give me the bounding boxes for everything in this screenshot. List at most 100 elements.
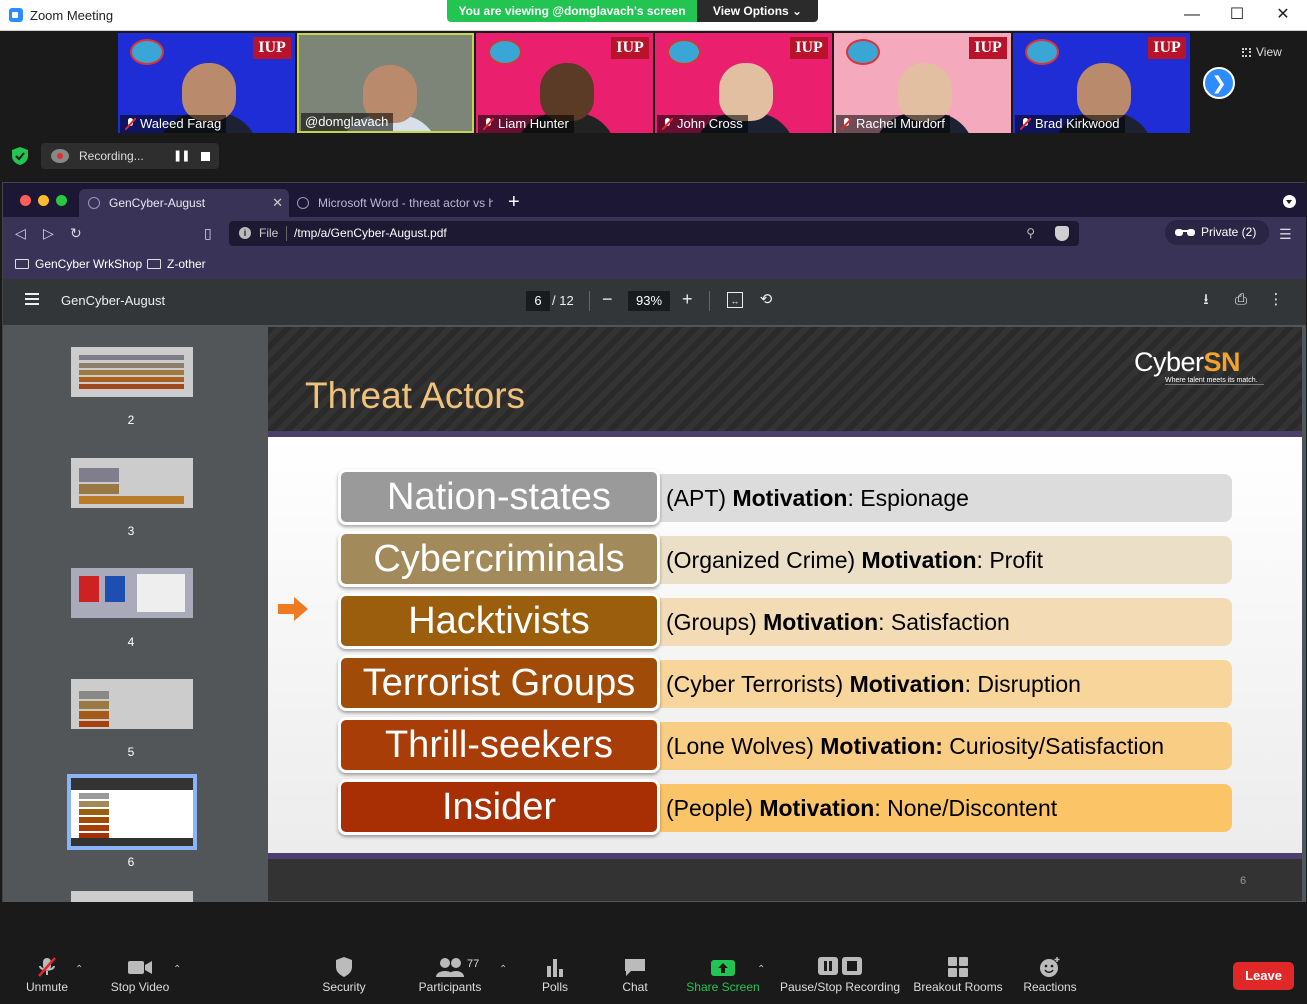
print-icon[interactable]: ⎙ xyxy=(1233,292,1249,308)
motivation-keyword: Motivation xyxy=(732,485,848,511)
tab-gencyber-august[interactable]: GenCyber-August ✕ xyxy=(79,189,289,217)
globe-icon xyxy=(88,197,100,209)
minimize-window-dot[interactable] xyxy=(38,195,49,206)
slide-page-number: 6 xyxy=(1240,875,1247,887)
muted-mic-icon xyxy=(483,118,494,130)
stop-video-button[interactable]: Stop Video xyxy=(104,954,176,1002)
gencyber-logo-icon xyxy=(846,39,880,65)
participant-tile[interactable]: IUP Rachel Murdorf xyxy=(834,33,1011,133)
zoom-level-input[interactable]: 93% xyxy=(628,291,670,311)
bookmark-gencyber-wrkshop[interactable]: GenCyber WrkShop xyxy=(15,257,142,271)
download-icon[interactable]: ⭳ xyxy=(1198,292,1214,308)
participants-icon xyxy=(436,958,464,977)
bookmark-icon[interactable]: ▯ xyxy=(204,225,212,242)
tab-microsoft-word[interactable]: Microsoft Word - threat actor vs hac xyxy=(288,189,493,217)
participant-tile[interactable]: IUP John Cross xyxy=(655,33,832,133)
address-bar[interactable]: i File /tmp/a/GenCyber-August.pdf ⚲ xyxy=(229,221,1079,246)
reactions-button[interactable]: Reactions xyxy=(1020,954,1080,1002)
stop-recording-icon[interactable] xyxy=(201,152,210,161)
thumbnail-page-3[interactable] xyxy=(71,458,193,508)
reactions-label: Reactions xyxy=(1023,980,1077,994)
threat-actor-description: (APT) Motivation: Espionage xyxy=(660,474,1232,522)
threat-actor-label: Insider xyxy=(338,779,660,835)
brand-prefix: Cyber xyxy=(1134,347,1204,377)
security-button[interactable]: Security xyxy=(314,954,374,1002)
participant-name: Rachel Murdorf xyxy=(836,115,950,133)
participant-tile[interactable]: IUP Waleed Farag xyxy=(118,33,295,133)
close-icon[interactable]: ✕ xyxy=(1263,4,1303,26)
private-window-button[interactable]: Private (2) xyxy=(1165,220,1269,245)
polls-bar-chart-icon xyxy=(547,959,563,977)
url-divider xyxy=(286,226,287,241)
info-icon[interactable]: i xyxy=(239,227,251,239)
participant-avatar xyxy=(898,63,952,121)
zoom-in-button[interactable]: + xyxy=(682,289,693,310)
video-options-caret-icon[interactable]: ⌃ xyxy=(173,964,181,975)
share-options-caret-icon[interactable]: ⌃ xyxy=(757,964,765,975)
next-page-arrow-icon[interactable]: ❯ xyxy=(1203,67,1235,99)
thumbnail-page-2[interactable] xyxy=(71,347,193,397)
threat-actor-row: (Cyber Terrorists) Motivation: Disruptio… xyxy=(338,655,1232,711)
participant-avatar xyxy=(1077,63,1131,121)
participant-tile[interactable]: IUP Brad Kirkwood xyxy=(1013,33,1190,133)
polls-button[interactable]: Polls xyxy=(530,954,580,1002)
chat-button[interactable]: Chat xyxy=(610,954,660,1002)
thumbnail-page-6[interactable] xyxy=(67,774,197,850)
iup-logo: IUP xyxy=(253,37,291,59)
pdf-viewer[interactable]: Threat Actors CyberSN Where talent meets… xyxy=(265,325,1306,903)
share-screen-button[interactable]: Share Screen xyxy=(686,954,760,1002)
threat-actor-label: Terrorist Groups xyxy=(338,655,660,711)
private-glasses-icon xyxy=(1175,229,1195,236)
threat-actor-label: Hacktivists xyxy=(338,593,660,649)
sidebar-menu-icon[interactable] xyxy=(25,293,39,305)
browser-menu-icon[interactable]: ☰ xyxy=(1279,226,1292,243)
zoom-out-icon[interactable]: ⚲ xyxy=(1026,221,1035,246)
back-icon[interactable]: ◁ xyxy=(15,225,26,242)
slide-header: Threat Actors CyberSN Where talent meets… xyxy=(268,327,1302,431)
reload-icon[interactable]: ↻ xyxy=(70,225,82,242)
thumbnail-page-4[interactable] xyxy=(71,568,193,618)
brave-shield-icon[interactable] xyxy=(1055,226,1069,241)
threat-actor-row: (People) Motivation: None/Discontent Insi… xyxy=(338,779,1232,835)
view-options-button[interactable]: View Options ⌄ xyxy=(697,0,818,22)
muted-mic-icon xyxy=(38,957,56,977)
close-window-dot[interactable] xyxy=(20,195,31,206)
minimize-icon[interactable]: — xyxy=(1172,4,1212,26)
motivation-value: : None/Discontent xyxy=(874,795,1058,821)
view-label: View xyxy=(1256,45,1282,59)
bookmark-label: Z-other xyxy=(167,257,206,271)
breakout-rooms-button[interactable]: Breakout Rooms xyxy=(912,954,1004,1002)
cybersn-logo: CyberSN xyxy=(1134,347,1241,378)
thumbnail-number: 6 xyxy=(127,855,135,869)
audio-options-caret-icon[interactable]: ⌃ xyxy=(75,964,83,975)
page-number-input[interactable]: 6 xyxy=(526,291,550,311)
share-screen-label: Share Screen xyxy=(686,980,760,994)
view-button[interactable]: View xyxy=(1242,41,1298,63)
pdf-title: GenCyber-August xyxy=(61,293,166,308)
unmute-button[interactable]: Unmute xyxy=(14,954,80,1002)
thumbnail-page-5[interactable] xyxy=(71,679,193,729)
muted-mic-icon xyxy=(662,118,673,130)
new-tab-icon[interactable]: + xyxy=(508,191,520,213)
breakout-rooms-label: Breakout Rooms xyxy=(913,980,1003,994)
leave-button[interactable]: Leave xyxy=(1233,962,1294,990)
threat-actor-row: (APT) Motivation: Espionage Nation-states xyxy=(338,469,1232,525)
fit-page-icon[interactable]: ↔ xyxy=(727,292,743,308)
zoom-out-button[interactable]: − xyxy=(602,289,613,310)
more-options-icon[interactable]: ⋮ xyxy=(1268,292,1284,308)
forward-icon[interactable]: ▷ xyxy=(43,225,54,242)
description-prefix: (APT) xyxy=(666,485,733,511)
bookmark-z-other[interactable]: Z-other xyxy=(147,257,206,271)
participants-options-caret-icon[interactable]: ⌃ xyxy=(499,964,507,975)
maximize-icon[interactable]: ☐ xyxy=(1217,4,1257,26)
participant-tile[interactable]: @domglavach xyxy=(297,33,474,133)
tab-search-icon[interactable] xyxy=(1283,195,1296,208)
pause-stop-recording-button[interactable]: Pause/Stop Recording xyxy=(780,954,900,1002)
zoom-window-dot[interactable] xyxy=(56,195,67,206)
close-tab-icon[interactable]: ✕ xyxy=(272,189,283,217)
participant-tile[interactable]: IUP Liam Hunter xyxy=(476,33,653,133)
encryption-shield-icon[interactable] xyxy=(10,146,30,166)
participant-name-text: Liam Hunter xyxy=(498,116,569,131)
rotate-icon[interactable]: ⟲ xyxy=(758,292,774,308)
pause-recording-icon[interactable]: ❚❚ xyxy=(173,149,190,162)
